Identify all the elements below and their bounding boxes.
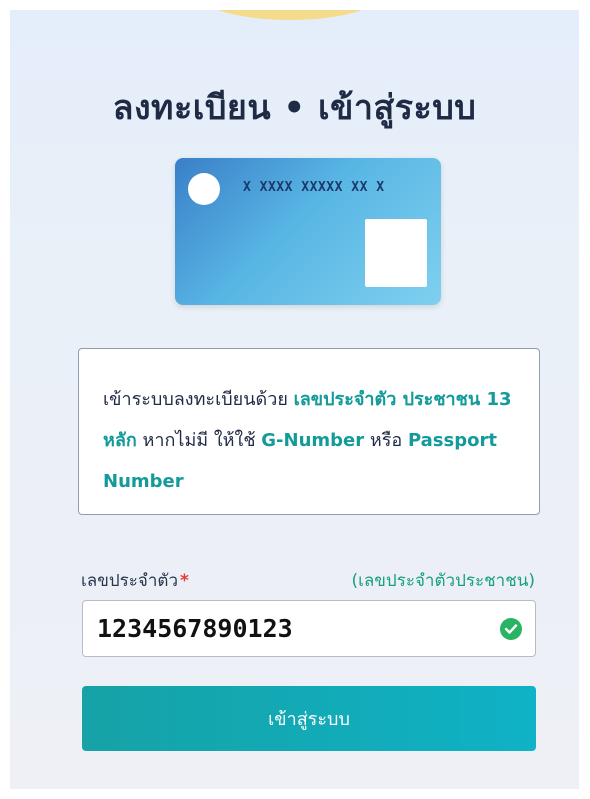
login-page: ลงทะเบียน • เข้าสู่ระบบ X XXXX XXXXX XX … [10, 10, 579, 789]
login-button[interactable]: เข้าสู่ระบบ [82, 686, 536, 751]
info-text-2: หากไม่มี ให้ใช้ [136, 430, 262, 451]
id-field-label-text: เลขประจำตัว [81, 571, 178, 591]
page-title: ลงทะเบียน • เข้าสู่ระบบ [112, 88, 477, 128]
id-input[interactable] [97, 601, 487, 656]
check-icon [500, 618, 522, 640]
id-field-label: เลขประจำตัว * [81, 567, 189, 594]
decorative-sun [200, 10, 380, 20]
info-box: เข้าระบบลงทะเบียนด้วย เลขประจำตัว ประชาช… [78, 348, 540, 515]
card-chip-icon [188, 173, 220, 205]
card-photo-icon [365, 219, 427, 287]
info-text-3: หรือ [364, 430, 408, 451]
card-number-placeholder: X XXXX XXXXX XX X [243, 180, 385, 195]
info-highlight-g-number: G-Number [261, 430, 365, 451]
required-mark: * [180, 571, 189, 591]
info-text-1: เข้าระบบลงทะเบียนด้วย [103, 389, 294, 410]
id-field-hint: (เลขประจำตัวประชาชน) [351, 571, 535, 591]
id-field[interactable] [82, 600, 536, 657]
id-card-illustration: X XXXX XXXXX XX X [175, 158, 441, 305]
